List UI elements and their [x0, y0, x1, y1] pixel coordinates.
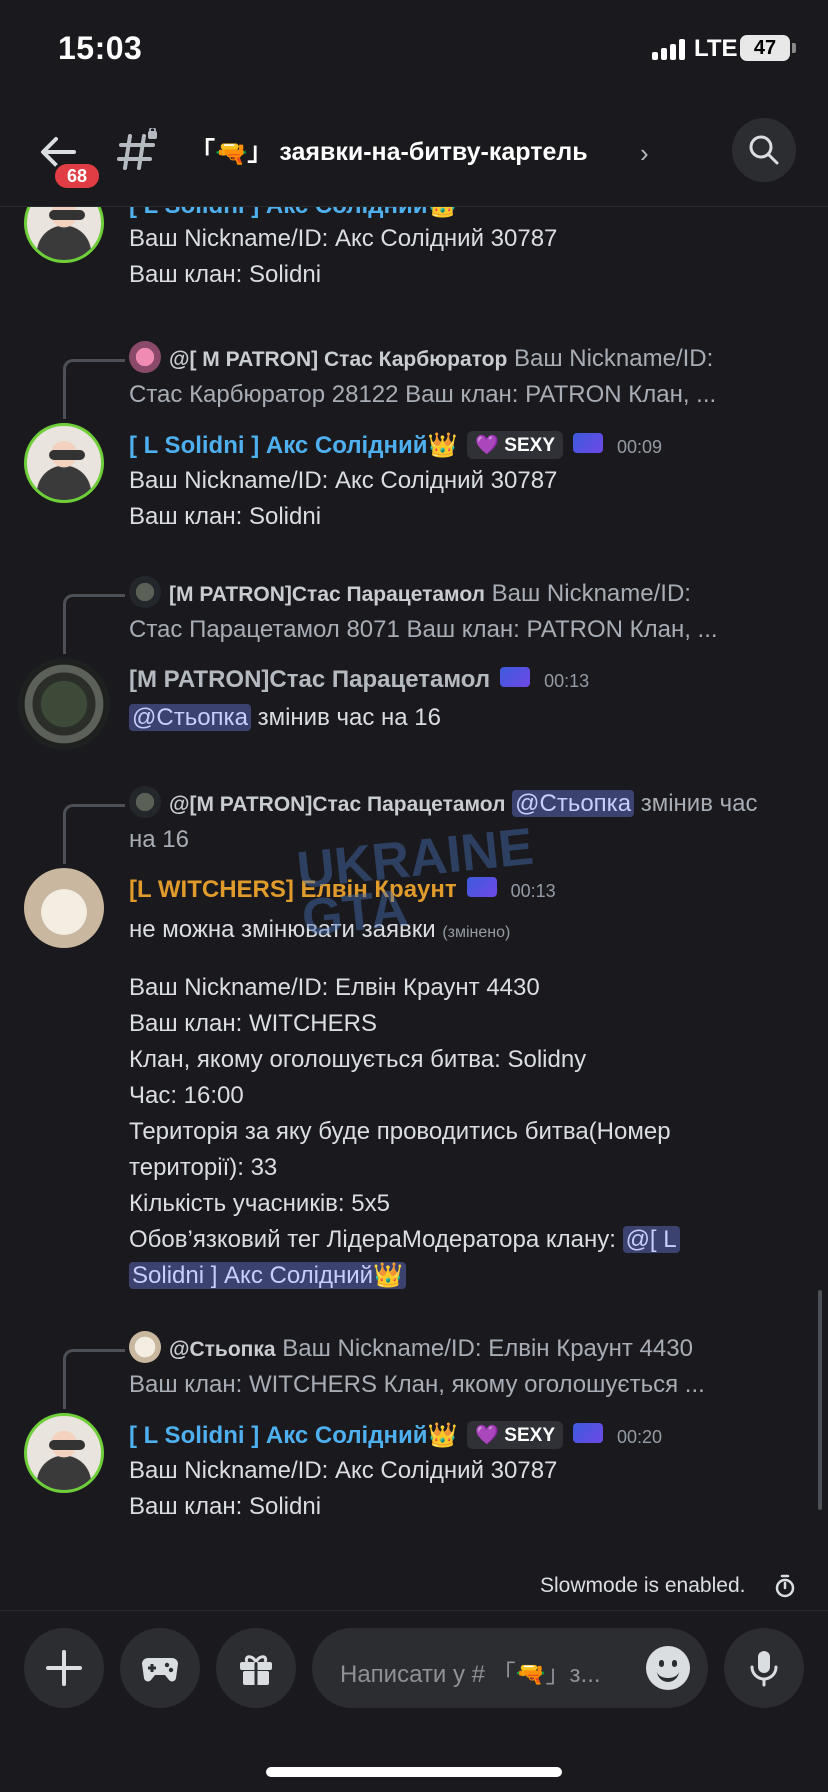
scrollbar[interactable]: [818, 1290, 822, 1510]
status-bar: 15:03 LTE 47: [0, 0, 828, 100]
search-icon: [749, 135, 779, 165]
channel-name: заявки-на-битву-картель: [279, 138, 588, 166]
network-label: LTE: [694, 35, 738, 62]
message-line: Ваш Nickname/ID: Елвін Краунт 4430: [129, 974, 540, 1001]
message-line: Ваш клан: Solidni: [129, 1493, 322, 1520]
clan-badge-icon: [500, 667, 531, 687]
reply-preview[interactable]: @Стьопка Ваш Nickname/ID: Елвін Краунт 4…: [129, 1331, 809, 1368]
avatar[interactable]: [24, 207, 104, 263]
author-line: [ L Solidni ] Акс Солідний👑 💜 SEXY 00:09: [129, 431, 662, 460]
user-mention[interactable]: Solidni ] Акс Солідний👑: [129, 1262, 406, 1289]
message-line: Кількість учасників: 5x5: [129, 1190, 390, 1217]
avatar[interactable]: [24, 423, 104, 503]
reply-connector: [63, 594, 125, 654]
message-line: території): 33: [129, 1154, 278, 1181]
message-line: Клан, якому оголошується битва: Solidny: [129, 1046, 587, 1073]
reply-preview[interactable]: [M PATRON]Стас Парацетамол Ваш Nickname/…: [129, 576, 809, 613]
reply-preview[interactable]: @[ M PATRON] Стас Карбюратор Ваш Nicknam…: [129, 341, 809, 378]
author-name[interactable]: [ L Solidni ] Акс Солідний👑: [129, 207, 457, 220]
channel-hash-icon: [117, 128, 157, 170]
reply-preview-line: Стас Карбюратор 28122 Ваш клан: PATRON К…: [129, 381, 717, 408]
avatar[interactable]: [18, 658, 110, 750]
activities-button[interactable]: [120, 1628, 200, 1708]
avatar[interactable]: [24, 1413, 104, 1493]
message-line: Ваш Nickname/ID: Акс Солідний 30787: [129, 225, 558, 252]
author-name[interactable]: [ L Solidni ] Акс Солідний👑: [129, 1422, 457, 1449]
channel-header: 68 「🔫」 заявки-на-битву-картель ›: [0, 100, 828, 207]
author-name[interactable]: [M PATRON]Стас Парацетамол: [129, 666, 490, 693]
microphone-icon: [750, 1651, 778, 1687]
gift-button[interactable]: [216, 1628, 296, 1708]
status-time: 15:03: [58, 30, 143, 66]
reply-avatar: [129, 576, 161, 608]
message-line: Територія за яку буде проводитись битва(…: [129, 1118, 671, 1145]
author-line: [M PATRON]Стас Парацетамол 00:13: [129, 666, 589, 694]
battery-icon: 47: [740, 35, 790, 61]
signal-icon: [652, 38, 685, 60]
message-line: Solidni ] Акс Солідний👑: [129, 1258, 406, 1294]
unread-badge: 68: [52, 161, 102, 191]
stopwatch-icon: [775, 1574, 795, 1598]
reply-connector: [63, 359, 125, 419]
message-body: @Стьопка змінив час на 16: [129, 700, 441, 736]
chevron-right-icon[interactable]: ›: [640, 138, 649, 169]
message-line: Ваш клан: WITCHERS: [129, 1010, 377, 1037]
user-mention[interactable]: @Стьопка: [512, 790, 635, 817]
home-indicator[interactable]: [266, 1767, 562, 1777]
message-line: Ваш Nickname/ID: Акс Солідний 30787: [129, 467, 558, 494]
author-line: [ L Solidni ] Акс Солідний👑 💜 SEXY 00:20: [129, 1421, 662, 1450]
user-mention[interactable]: @Стьопка: [129, 704, 251, 731]
message-line: Обов’язковий тег ЛідераМодератора клану:…: [129, 1222, 680, 1258]
message-line: Ваш клан: Solidni: [129, 261, 322, 288]
add-attachment-button[interactable]: [24, 1628, 104, 1708]
timestamp: 00:20: [617, 1427, 663, 1447]
voice-message-button[interactable]: [724, 1628, 804, 1708]
author-name[interactable]: [ L Solidni ] Акс Солідний👑: [129, 432, 457, 459]
reply-preview[interactable]: @[M PATRON]Стас Парацетамол @Стьопка змі…: [129, 786, 809, 823]
role-tag: 💜 SEXY: [467, 431, 563, 459]
reply-preview-line: Ваш клан: WITCHERS Клан, якому оголошуєт…: [129, 1371, 705, 1398]
message-line: Ваш клан: Solidni: [129, 503, 322, 530]
reply-preview-line: Стас Парацетамол 8071 Ваш клан: PATRON К…: [129, 616, 718, 643]
battery-tip: [792, 43, 796, 53]
role-tag: 💜 SEXY: [467, 1421, 563, 1449]
timestamp: 00:13: [544, 671, 590, 691]
gamepad-icon: [142, 1658, 178, 1682]
clan-badge-icon: [573, 433, 603, 453]
reply-avatar: [129, 786, 161, 818]
reply-connector: [63, 1349, 125, 1409]
message-input[interactable]: Написати у # 「🔫」з...: [312, 1628, 708, 1708]
timestamp: 00:09: [617, 437, 663, 457]
clan-badge-icon: [573, 1423, 603, 1443]
message-line: Ваш Nickname/ID: Акс Солідний 30787: [129, 1457, 558, 1484]
user-mention[interactable]: @[ L: [622, 1226, 680, 1253]
message-placeholder: Написати у # 「🔫」з...: [340, 1661, 601, 1688]
avatar[interactable]: [24, 868, 104, 948]
gift-icon: [240, 1655, 272, 1685]
emoji-icon[interactable]: [646, 1646, 690, 1690]
plus-icon: [46, 1650, 82, 1686]
slowmode-label: Slowmode is enabled.: [540, 1574, 746, 1597]
search-button[interactable]: [732, 118, 796, 182]
reply-connector: [63, 804, 125, 864]
message-line: Час: 16:00: [129, 1082, 244, 1109]
reply-avatar: [129, 341, 161, 373]
channel-title[interactable]: 「🔫」 заявки-на-битву-картель: [190, 132, 588, 169]
gun-emoji: 🔫: [215, 138, 248, 168]
reply-avatar: [129, 1331, 161, 1363]
